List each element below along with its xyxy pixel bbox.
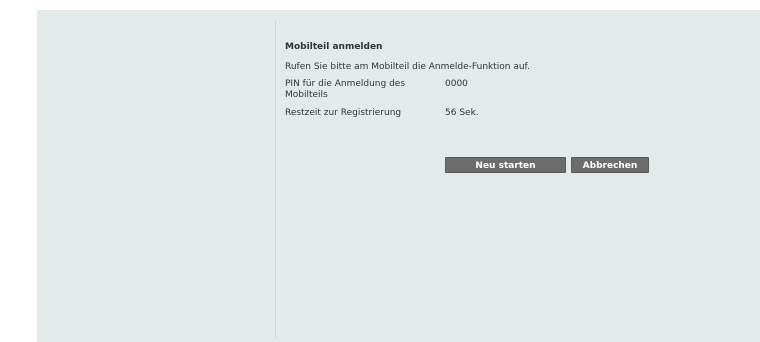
pin-value: 0000 bbox=[445, 79, 468, 89]
pin-label: PIN für die Anmeldung des Mobilteils bbox=[285, 79, 406, 100]
instruction-text: Rufen Sie bitte am Mobilteil die Anmelde… bbox=[285, 62, 530, 72]
action-buttons: Neu starten Abbrechen bbox=[445, 157, 649, 173]
section-title: Mobilteil anmelden bbox=[285, 42, 383, 52]
cancel-button[interactable]: Abbrechen bbox=[571, 157, 649, 173]
remaining-time-value: 56 Sek. bbox=[445, 108, 479, 118]
restart-button[interactable]: Neu starten bbox=[445, 157, 566, 173]
pin-row: PIN für die Anmeldung des Mobilteils 000… bbox=[285, 79, 745, 101]
remaining-time-label: Restzeit zur Registrierung bbox=[285, 108, 402, 118]
sidebar-divider bbox=[275, 20, 276, 338]
remaining-time-row: Restzeit zur Registrierung 56 Sek. bbox=[285, 108, 745, 119]
register-handset-section: Mobilteil anmelden Rufen Sie bitte am Mo… bbox=[285, 42, 745, 126]
